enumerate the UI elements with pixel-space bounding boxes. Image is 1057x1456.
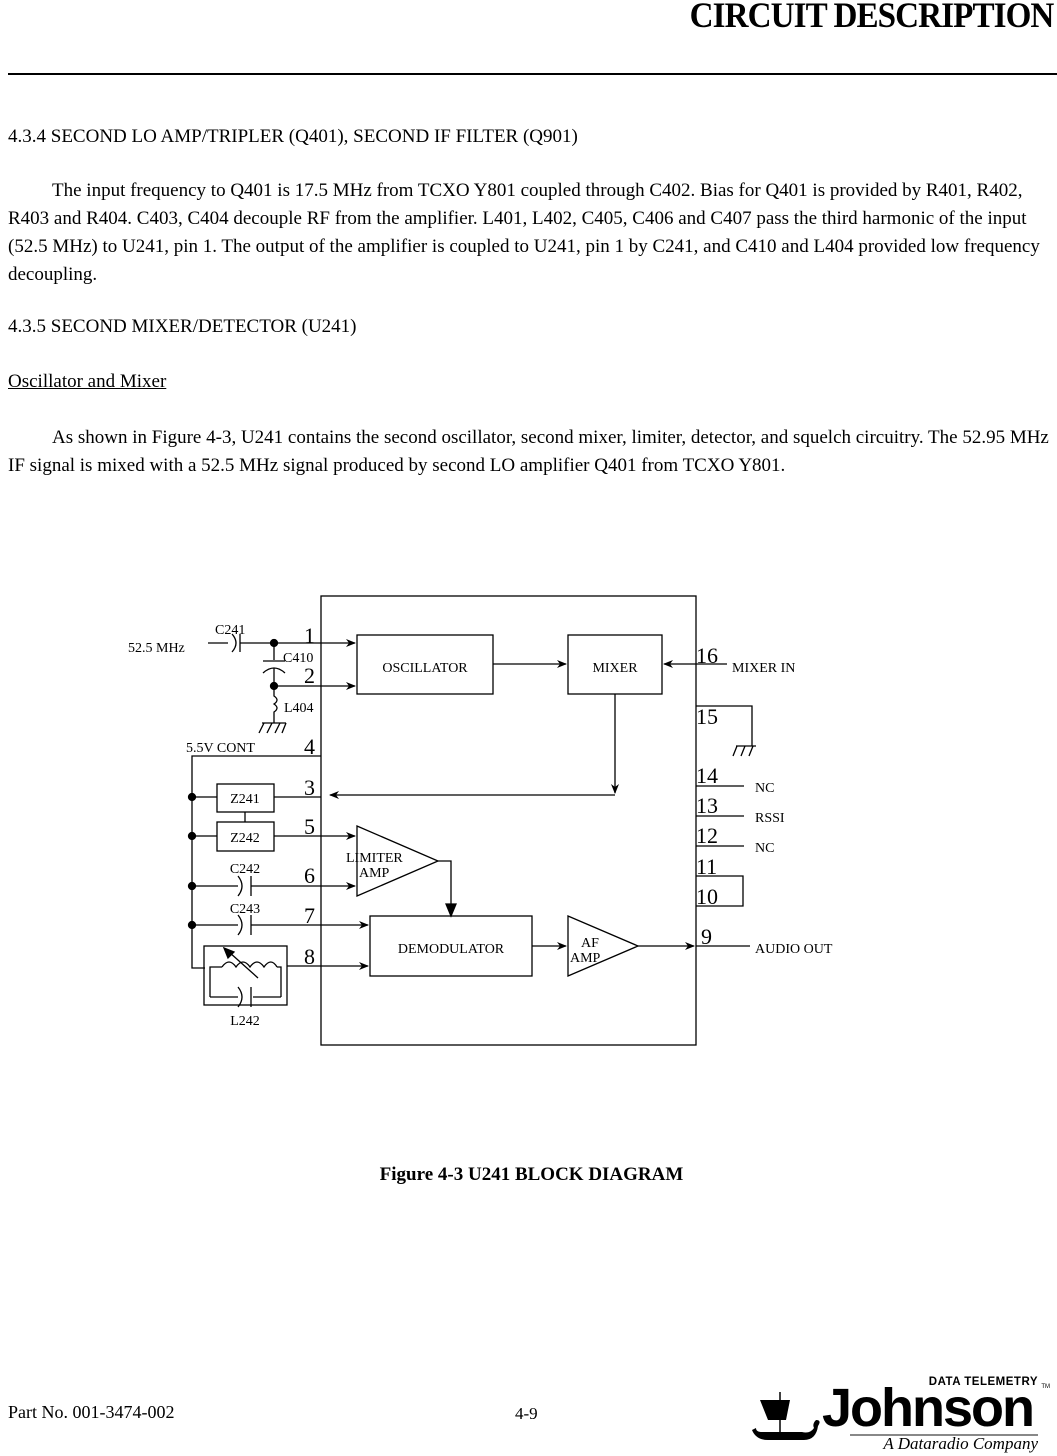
pin-3: 3 [304, 775, 315, 800]
trademark-mark: TM [1041, 1384, 1050, 1390]
viking-ship-icon [752, 1392, 820, 1440]
cont-voltage-label: 5.5V CONT [186, 741, 255, 756]
header-divider [8, 73, 1057, 75]
pin-16: 16 [696, 643, 718, 668]
c242-label: C242 [230, 862, 260, 877]
pin-1: 1 [304, 623, 315, 648]
input-frequency-label: 52.5 MHz [128, 641, 185, 656]
pin-15: 15 [696, 704, 718, 729]
mixer-label: MIXER [592, 661, 638, 676]
z242-label: Z242 [230, 831, 260, 846]
pin-7: 7 [304, 903, 315, 928]
pin-10: 10 [696, 884, 718, 909]
limiter-label-line2: AMP [359, 866, 390, 881]
mixer-in-label: MIXER IN [732, 661, 795, 676]
pin14-nc-label: NC [755, 781, 774, 796]
l242-box [203, 945, 288, 1006]
figure-caption: Figure 4-3 U241 BLOCK DIAGRAM [379, 1164, 684, 1185]
oscillator-label: OSCILLATOR [382, 661, 468, 676]
section-paragraph-4-3-5: As shown in Figure 4-3, U241 contains th… [8, 424, 1054, 480]
logo-brand-name: Johnson [822, 1378, 1035, 1438]
paragraph-text: As shown in Figure 4-3, U241 contains th… [8, 427, 1049, 476]
page-number: 4-9 [515, 1404, 538, 1423]
l242-label: L242 [230, 1014, 260, 1029]
section-heading-4-3-4: 4.3.4 SECOND LO AMP/TRIPLER (Q401), SECO… [8, 126, 578, 147]
pin-13: 13 [696, 793, 718, 818]
pin-9: 9 [701, 924, 712, 949]
c241-label: C241 [215, 623, 245, 638]
z241-label: Z241 [230, 792, 260, 807]
johnson-logo: DATA TELEMETRY TM Johnson A Dataradio Co… [752, 1376, 1052, 1454]
section-heading-4-3-5: 4.3.5 SECOND MIXER/DETECTOR (U241) [8, 316, 357, 337]
section-paragraph-4-3-4: The input frequency to Q401 is 17.5 MHz … [8, 177, 1054, 289]
rssi-label: RSSI [755, 811, 785, 826]
page-header-title: CIRCUIT DESCRIPTION [689, 0, 1054, 35]
pin12-nc-label: NC [755, 841, 774, 856]
pin-2: 2 [304, 663, 315, 688]
demodulator-label: DEMODULATOR [398, 942, 505, 957]
pin-4: 4 [304, 734, 315, 759]
af-amp-label-line1: AF [581, 936, 599, 951]
paragraph-text: The input frequency to Q401 is 17.5 MHz … [8, 180, 1040, 285]
l404-label: L404 [284, 701, 314, 716]
pin-6: 6 [304, 863, 315, 888]
c243-label: C243 [230, 902, 260, 917]
pin-12: 12 [696, 823, 718, 848]
af-amp-label-line2: AMP [570, 951, 601, 966]
pin-8: 8 [304, 944, 315, 969]
logo-tagline-bottom: A Dataradio Company [883, 1434, 1038, 1453]
u241-block-diagram: OSCILLATOR MIXER LIMITER AMP DEMODULATOR… [128, 595, 833, 1046]
c410-label: C410 [283, 651, 313, 666]
part-number: Part No. 001-3474-002 [8, 1402, 175, 1422]
audio-out-label: AUDIO OUT [755, 942, 833, 957]
pin-11: 11 [696, 854, 717, 879]
limiter-label-line1: LIMITER [346, 851, 403, 866]
subheading-oscillator-and-mixer: Oscillator and Mixer [8, 371, 167, 392]
pin-14: 14 [696, 763, 718, 788]
af-amp-triangle [567, 915, 640, 977]
pin-5: 5 [304, 814, 315, 839]
